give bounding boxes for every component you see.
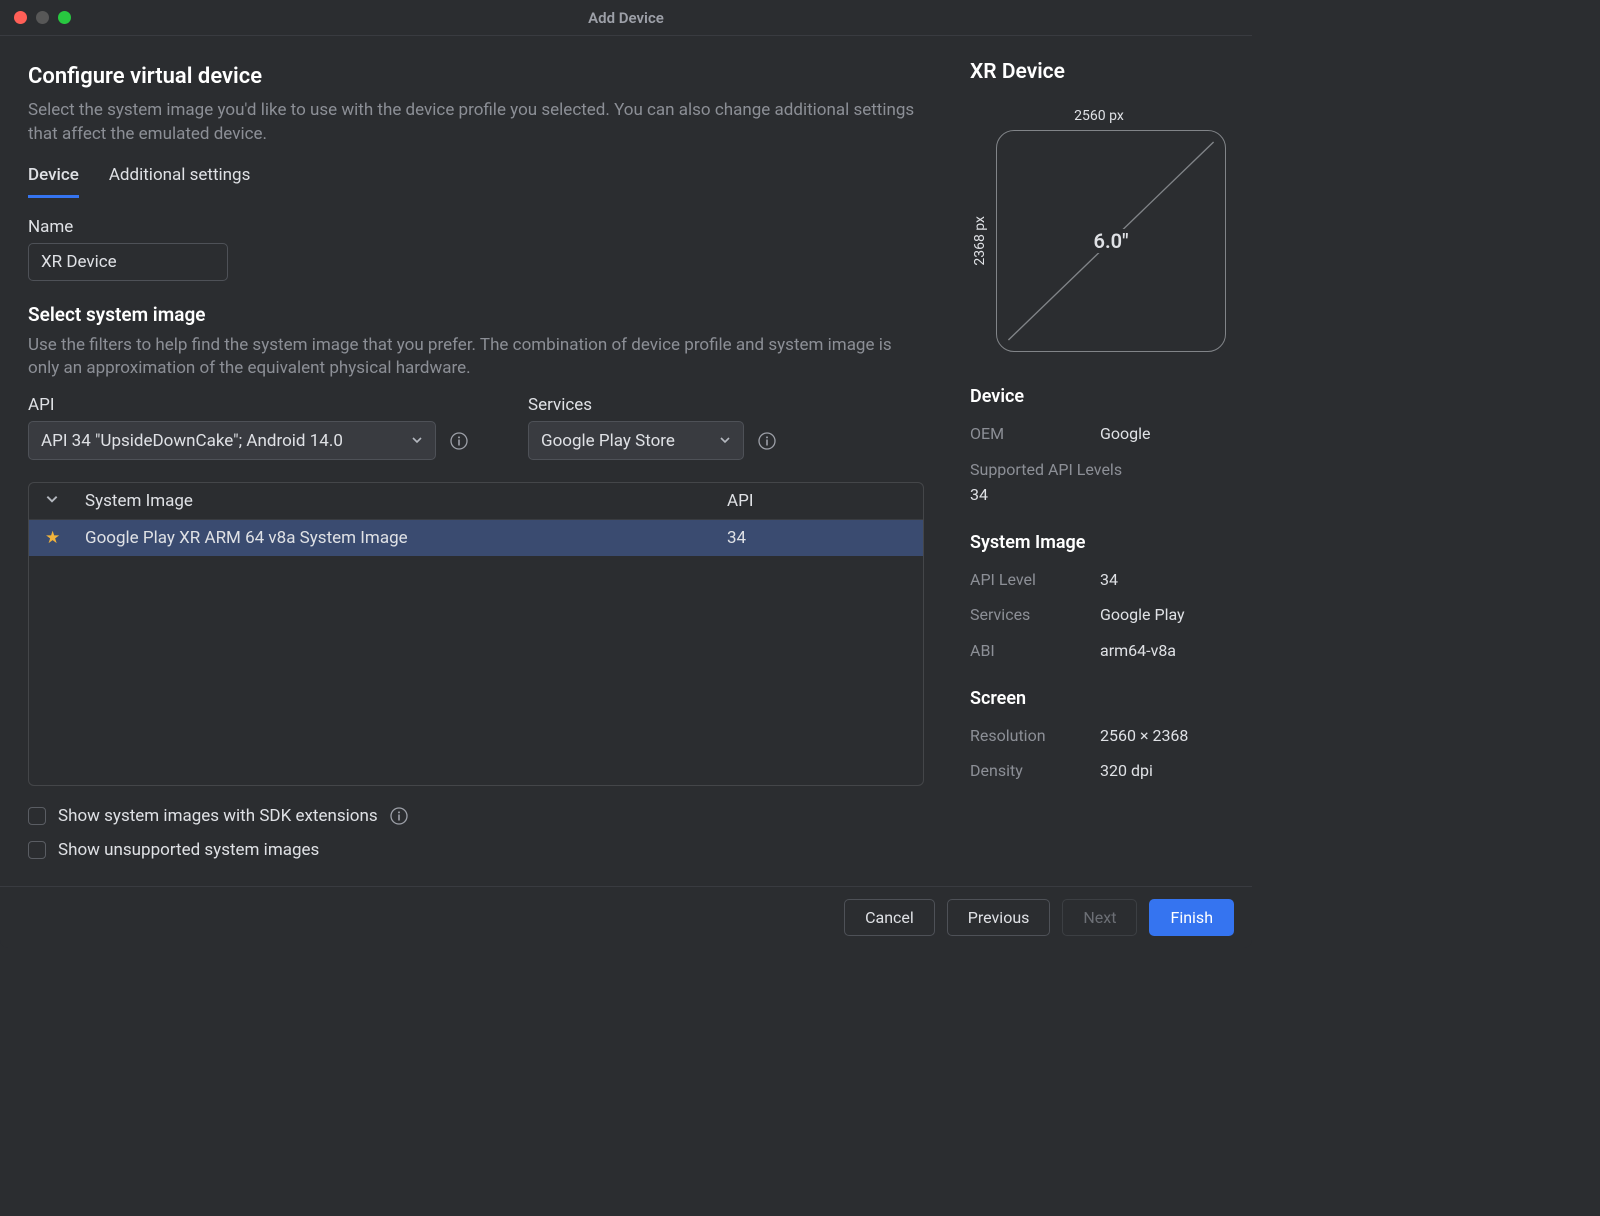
minimize-window-button[interactable]: [36, 11, 49, 24]
sdk-extensions-checkbox[interactable]: [28, 807, 46, 825]
services-filter: Services Google Play Store: [528, 395, 776, 460]
api-filter: API API 34 "UpsideDownCake"; Android 14.…: [28, 395, 468, 460]
spec-density-val: 320 dpi: [1100, 758, 1153, 784]
name-field-group: Name: [28, 217, 924, 281]
spec-density: Density 320 dpi: [970, 758, 1228, 784]
dialog-window: Add Device Configure virtual device Sele…: [0, 0, 1252, 948]
dialog-body: Configure virtual device Select the syst…: [0, 36, 1252, 886]
name-label: Name: [28, 217, 924, 237]
window-title: Add Device: [0, 9, 1252, 27]
spec-services-key: Services: [970, 602, 1100, 628]
close-window-button[interactable]: [14, 11, 27, 24]
device-section-heading: Device: [970, 386, 1228, 407]
tab-device[interactable]: Device: [28, 165, 79, 198]
select-image-subtitle: Use the filters to help find the system …: [28, 334, 924, 382]
api-dropdown-value: API 34 "UpsideDownCake"; Android 14.0: [41, 431, 343, 451]
collapse-toggle-icon[interactable]: [45, 491, 85, 511]
sdk-extensions-info-icon[interactable]: [390, 807, 408, 825]
system-image-table: System Image API ★ Google Play XR ARM 64…: [28, 482, 924, 786]
main-panel: Configure virtual device Select the syst…: [0, 36, 952, 886]
spec-supported-api-val: 34: [970, 482, 1228, 508]
spec-supported-api-key: Supported API Levels: [970, 460, 1122, 479]
dialog-footer: Cancel Previous Next Finish: [0, 886, 1252, 948]
select-image-title: Select system image: [28, 303, 924, 326]
filter-row: API API 34 "UpsideDownCake"; Android 14.…: [28, 395, 924, 460]
api-filter-label: API: [28, 395, 468, 415]
device-preview: 2560 px 2368 px 6.0": [970, 108, 1228, 352]
spec-supported-api: Supported API Levels 34: [970, 457, 1228, 508]
spec-oem-key: OEM: [970, 421, 1100, 447]
table-header: System Image API: [29, 483, 923, 520]
spec-abi-val: arm64-v8a: [1100, 638, 1176, 664]
api-info-icon[interactable]: [450, 432, 468, 450]
unsupported-label: Show unsupported system images: [58, 840, 319, 860]
spec-resolution-key: Resolution: [970, 723, 1100, 749]
spec-oem: OEM Google: [970, 421, 1228, 447]
spec-density-key: Density: [970, 758, 1100, 784]
zoom-window-button[interactable]: [58, 11, 71, 24]
chevron-down-icon: [411, 430, 423, 451]
page-title: Configure virtual device: [28, 64, 924, 89]
services-filter-label: Services: [528, 395, 776, 415]
preview-diagonal-size: 6.0": [1088, 229, 1135, 253]
spec-services-val: Google Play: [1100, 602, 1185, 628]
spec-api-level-val: 34: [1100, 567, 1118, 593]
col-api[interactable]: API: [727, 491, 907, 511]
unsupported-checkbox[interactable]: [28, 841, 46, 859]
preview-rect: 6.0": [996, 130, 1226, 352]
screen-section-heading: Screen: [970, 688, 1228, 709]
sdk-extensions-label: Show system images with SDK extensions: [58, 806, 378, 826]
api-dropdown[interactable]: API 34 "UpsideDownCake"; Android 14.0: [28, 421, 436, 460]
row-api: 34: [727, 528, 907, 548]
cancel-button[interactable]: Cancel: [844, 899, 935, 936]
sidebar-title: XR Device: [970, 60, 1228, 84]
unsupported-checkbox-row: Show unsupported system images: [28, 840, 924, 860]
spec-api-level: API Level 34: [970, 567, 1228, 593]
services-dropdown[interactable]: Google Play Store: [528, 421, 744, 460]
preview-height-label: 2368 px: [972, 216, 988, 266]
page-subtitle: Select the system image you'd like to us…: [28, 99, 924, 147]
details-sidebar: XR Device 2560 px 2368 px 6.0" Device OE…: [952, 36, 1252, 886]
tab-bar: Device Additional settings: [28, 165, 924, 199]
tab-additional-settings[interactable]: Additional settings: [109, 165, 251, 198]
recommended-star-icon: ★: [45, 528, 85, 548]
spec-resolution: Resolution 2560 × 2368: [970, 723, 1228, 749]
spec-abi-key: ABI: [970, 638, 1100, 664]
row-image-name: Google Play XR ARM 64 v8a System Image: [85, 528, 727, 548]
next-button: Next: [1062, 899, 1137, 936]
previous-button[interactable]: Previous: [947, 899, 1051, 936]
col-system-image[interactable]: System Image: [85, 491, 727, 511]
sysimage-section-heading: System Image: [970, 532, 1228, 553]
spec-api-level-key: API Level: [970, 567, 1100, 593]
device-name-input[interactable]: [28, 243, 228, 281]
table-row[interactable]: ★ Google Play XR ARM 64 v8a System Image…: [29, 520, 923, 556]
preview-width-label: 2560 px: [1074, 108, 1124, 124]
services-info-icon[interactable]: [758, 432, 776, 450]
sdk-extensions-checkbox-row: Show system images with SDK extensions: [28, 806, 924, 826]
titlebar[interactable]: Add Device: [0, 0, 1252, 36]
spec-oem-val: Google: [1100, 421, 1151, 447]
services-dropdown-value: Google Play Store: [541, 431, 675, 451]
spec-abi: ABI arm64-v8a: [970, 638, 1228, 664]
window-controls: [14, 11, 71, 24]
spec-services: Services Google Play: [970, 602, 1228, 628]
chevron-down-icon: [719, 430, 731, 451]
spec-resolution-val: 2560 × 2368: [1100, 723, 1188, 749]
finish-button[interactable]: Finish: [1149, 899, 1234, 936]
